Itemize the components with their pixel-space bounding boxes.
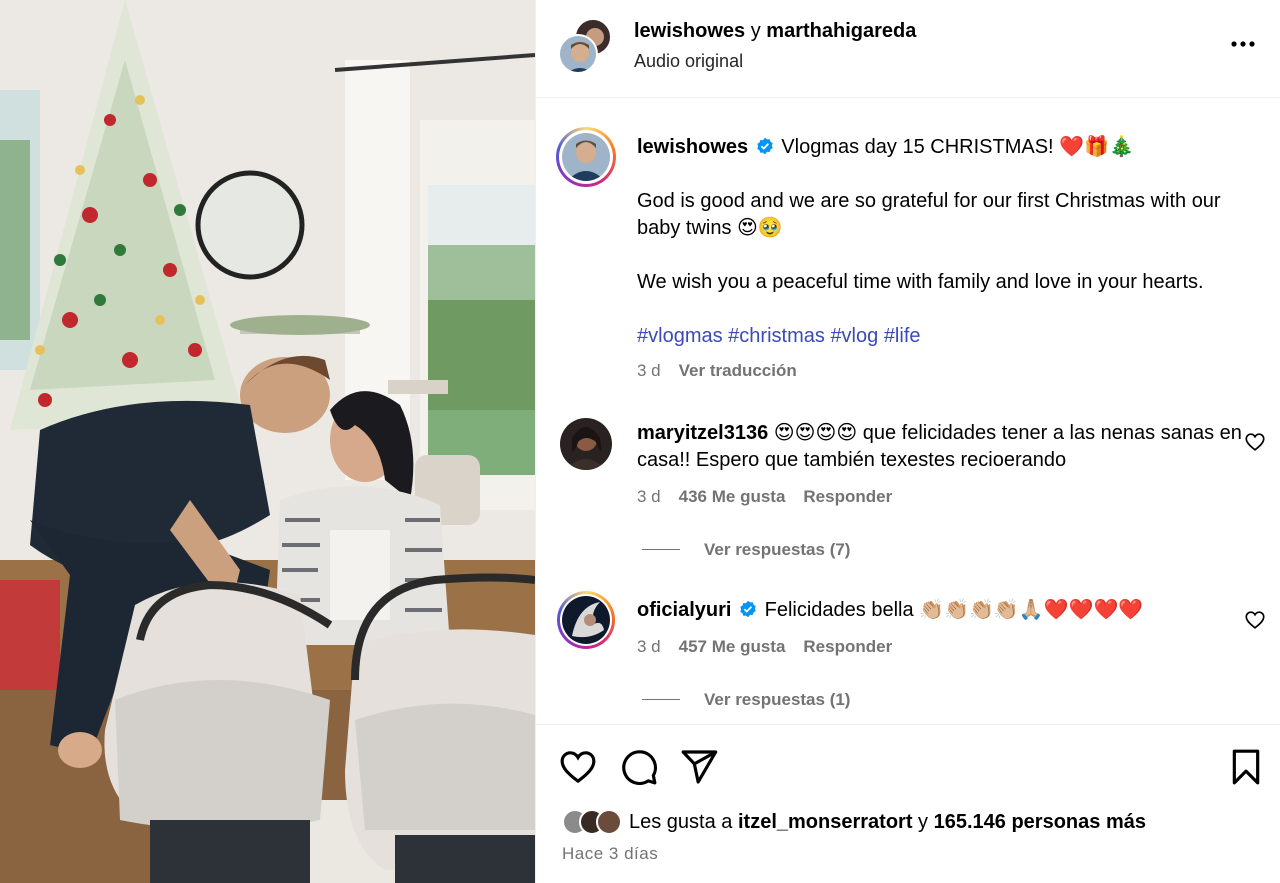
verified-badge-icon [739, 599, 757, 618]
hashtag-link[interactable]: #vlog [830, 325, 878, 347]
verified-badge-icon [756, 136, 774, 155]
comment-text: Felicidades bella 👏🏼👏🏼👏🏼👏🏼🙏🏼❤️❤️❤️❤️ [764, 599, 1144, 621]
avatar-lewishowes[interactable] [558, 34, 598, 74]
header-usernames: lewishowes y marthahigareda [634, 20, 916, 43]
like-heart-icon[interactable] [558, 747, 598, 787]
caption-time[interactable]: 3 d [637, 361, 661, 380]
comment-likes[interactable]: 457 Me gusta [679, 637, 786, 656]
comment-time[interactable]: 3 d [637, 487, 661, 506]
post-panel: lewishowes y marthahigareda Audio origin… [535, 0, 1280, 883]
caption-title-line: lewishowes Vlogmas day 15 CHRISTMAS! ❤️🎁… [637, 134, 1267, 161]
likes-count-link[interactable]: 165.146 personas más [934, 811, 1146, 833]
likes-prefix: Les gusta a [629, 810, 733, 833]
comment-2-meta: 3 d 457 Me gusta Responder [637, 637, 892, 657]
likes-summary: Les gusta a itzel_monserratort y 165.146… [562, 809, 1146, 835]
liked-by-user-link[interactable]: itzel_monserratort [738, 811, 913, 833]
caption-title: Vlogmas day 15 CHRISTMAS! ❤️🎁🎄 [781, 136, 1134, 158]
divider-line [642, 549, 680, 550]
comment-1-body: maryitzel3136 😍😍😍😍 que felicidades tener… [637, 420, 1267, 474]
view-replies-label: Ver respuestas (1) [704, 690, 851, 709]
comment-2-body: oficialyuri Felicidades bella 👏🏼👏🏼👏🏼👏🏼🙏🏼… [637, 597, 1267, 624]
post-header: lewishowes y marthahigareda Audio origin… [536, 0, 1280, 98]
header-conjunction: y [750, 20, 761, 42]
comment-avatar[interactable] [560, 418, 612, 470]
comment-like-heart-icon[interactable] [1244, 609, 1266, 631]
comment-username[interactable]: maryitzel3136 [637, 422, 768, 444]
bookmark-icon[interactable] [1226, 747, 1266, 787]
comment-likes[interactable]: 436 Me gusta [679, 487, 786, 506]
caption-meta: 3 d Ver traducción [637, 361, 797, 381]
comment-1-meta: 3 d 436 Me gusta Responder [637, 487, 892, 507]
likes-text: Les gusta a itzel_monserratort y 165.146… [629, 811, 1146, 834]
hashtag-link[interactable]: #vlogmas [637, 325, 723, 347]
caption-paragraph-1: God is good and we are so grateful for o… [637, 190, 1221, 239]
post-actions-footer: Les gusta a itzel_monserratort y 165.146… [536, 724, 1280, 883]
view-replies-button[interactable]: Ver respuestas (7) [642, 540, 850, 560]
divider-line [642, 699, 680, 700]
reply-button[interactable]: Responder [803, 487, 892, 506]
post-media[interactable] [0, 0, 535, 883]
view-replies-label: Ver respuestas (7) [704, 540, 851, 559]
reply-button[interactable]: Responder [803, 637, 892, 656]
hashtag-link[interactable]: #christmas [728, 325, 825, 347]
likes-conjunction: y [918, 810, 929, 833]
audio-label[interactable]: Audio original [634, 51, 743, 72]
comment-avatar[interactable] [557, 591, 615, 649]
comment-like-heart-icon[interactable] [1244, 431, 1266, 453]
comment-bubble-icon[interactable] [619, 747, 659, 787]
caption-username[interactable]: lewishowes [637, 136, 748, 158]
hashtag-link[interactable]: #life [884, 325, 921, 347]
liker-avatar[interactable] [596, 809, 622, 835]
more-horizontal-icon[interactable] [1229, 30, 1257, 58]
translate-link[interactable]: Ver traducción [679, 361, 797, 380]
comment-username[interactable]: oficialyuri [637, 599, 731, 621]
caption-avatar[interactable] [556, 127, 616, 187]
header-user1[interactable]: lewishowes [634, 20, 745, 42]
caption-hashtags: #vlogmas #christmas #vlog #life [637, 323, 1267, 350]
collab-avatars[interactable] [558, 18, 614, 74]
share-send-icon[interactable] [679, 747, 719, 787]
comment-time[interactable]: 3 d [637, 637, 661, 656]
caption-paragraph-2: We wish you a peaceful time with family … [637, 271, 1204, 293]
header-user2[interactable]: marthahigareda [766, 20, 916, 42]
post-photo [0, 0, 535, 883]
view-replies-button[interactable]: Ver respuestas (1) [642, 690, 850, 710]
post-date[interactable]: Hace 3 días [562, 844, 658, 864]
